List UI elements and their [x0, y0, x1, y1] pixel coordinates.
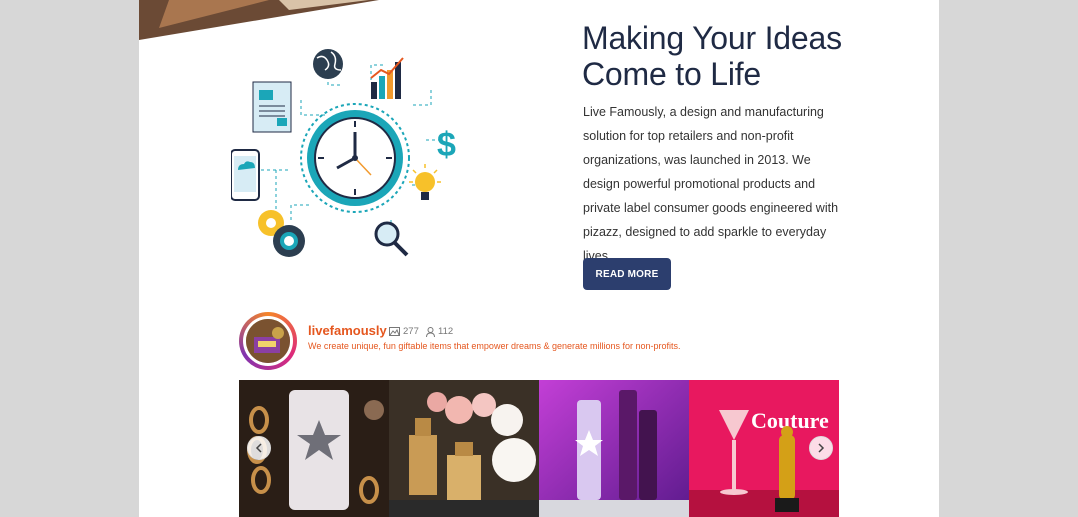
lightbulb-icon: [409, 164, 441, 200]
instagram-bio: We create unique, fun giftable items tha…: [308, 341, 681, 351]
document-icon: [252, 81, 292, 133]
about-paragraph: Live Famously, a design and manufacturin…: [583, 105, 839, 263]
gears-icon: [258, 210, 305, 257]
gallery-photo-perfume-purple[interactable]: [539, 380, 689, 517]
gallery-photo-perfume-flowers[interactable]: [389, 380, 539, 517]
phone-cloud-icon: [231, 149, 260, 201]
page-title-line-1: Making Your Ideas: [582, 20, 842, 56]
bar-chart-icon: [370, 57, 404, 99]
instagram-gallery: Couture: [239, 380, 839, 517]
followers-count: 112: [438, 326, 454, 337]
globe-icon: [313, 49, 343, 79]
magnifier-icon: [374, 221, 409, 257]
followers-stat: 112: [426, 326, 453, 337]
gallery-prev-button[interactable]: [247, 436, 271, 460]
chevron-left-icon: [255, 443, 262, 453]
chevron-right-icon: [818, 443, 825, 453]
dollar-icon: $: [437, 126, 456, 164]
gallery-next-button[interactable]: [809, 436, 833, 460]
instagram-username[interactable]: livefamously: [308, 323, 387, 338]
page-title: Making Your Ideas Come to Life: [582, 20, 882, 92]
page-content: $ Making Your Ideas Come to Life Live Fa…: [139, 0, 939, 517]
read-more-button[interactable]: READ MORE: [583, 258, 671, 290]
posts-count: 277: [403, 326, 419, 337]
image-icon: [389, 327, 400, 336]
avatar[interactable]: [239, 312, 297, 370]
page-title-line-2: Come to Life: [582, 56, 762, 92]
user-icon: [426, 326, 435, 337]
posts-stat: 277: [389, 326, 419, 337]
instagram-profile-header: livefamously 277 112 We create unique, f…: [239, 312, 839, 370]
avatar-image: [246, 319, 290, 363]
clock-ideas-illustration: $: [231, 49, 456, 257]
hero-image-strip: [139, 0, 379, 40]
